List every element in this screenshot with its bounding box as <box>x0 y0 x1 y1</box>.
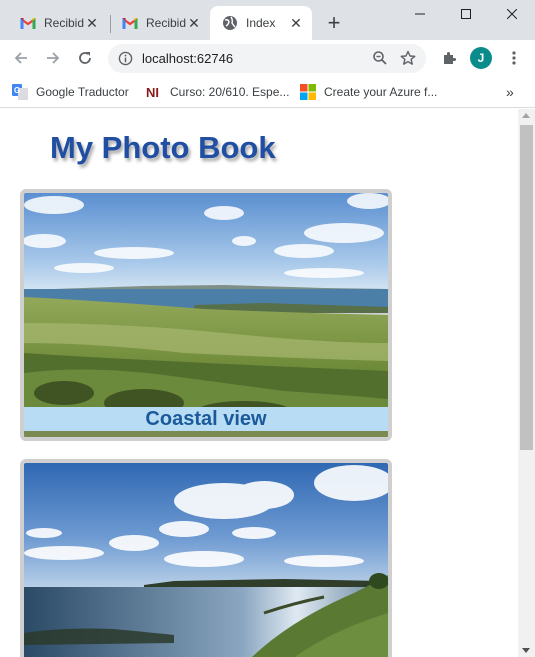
photo-caption: Coastal view <box>24 407 388 431</box>
photo-card[interactable]: Coastal view <box>20 189 392 441</box>
address-bar[interactable]: localhost:62746 <box>108 44 426 73</box>
tab-gmail-2[interactable]: Recibid ✕ <box>110 6 210 40</box>
google-translate-icon: G <box>12 84 28 100</box>
close-icon[interactable]: ✕ <box>288 15 304 31</box>
svg-text:NI: NI <box>146 85 159 100</box>
sea-cliff-photo <box>24 463 388 657</box>
close-icon[interactable]: ✕ <box>84 15 100 31</box>
bookmark-google-translate[interactable]: G Google Traductor <box>12 83 129 101</box>
page-content: My Photo Book Coastal view <box>0 109 518 657</box>
info-icon[interactable] <box>118 51 133 71</box>
back-icon[interactable] <box>9 46 33 70</box>
tab-title: Recibid <box>146 16 186 30</box>
globe-icon <box>222 15 238 31</box>
svg-text:G: G <box>14 86 20 95</box>
bookmarks-overflow-icon[interactable]: » <box>506 83 514 101</box>
close-window-icon[interactable] <box>489 0 535 28</box>
coastal-photo <box>24 193 388 437</box>
gmail-icon <box>122 15 138 31</box>
menu-icon[interactable] <box>502 46 526 70</box>
extensions-icon[interactable] <box>437 46 461 70</box>
bookmarks-bar: G Google Traductor NI Curso: 20/610. Esp… <box>0 77 535 108</box>
page-title: My Photo Book <box>50 130 276 165</box>
forward-icon[interactable] <box>41 46 65 70</box>
scrollbar-thumb[interactable] <box>520 125 533 450</box>
tab-title: Index <box>246 16 276 30</box>
toolbar: localhost:62746 J <box>0 40 535 77</box>
photo-card[interactable] <box>20 459 392 657</box>
scroll-down-icon[interactable] <box>522 648 530 653</box>
maximize-icon[interactable] <box>443 0 489 28</box>
tab-index[interactable]: Index ✕ <box>210 6 312 40</box>
zoom-icon[interactable] <box>372 50 388 71</box>
bookmark-label: Create your Azure f... <box>324 85 438 99</box>
tab-gmail-1[interactable]: Recibid ✕ <box>8 6 108 40</box>
close-icon[interactable]: ✕ <box>186 15 202 31</box>
bookmark-label: Curso: 20/610. Espe... <box>170 85 290 99</box>
url-text: localhost:62746 <box>142 51 234 66</box>
tab-strip: Recibid ✕ Recibid ✕ Index ✕ + <box>0 0 535 40</box>
bookmark-azure[interactable]: Create your Azure f... <box>300 83 437 101</box>
gmail-icon <box>20 15 36 31</box>
bookmark-label: Google Traductor <box>36 85 129 99</box>
bookmark-curso[interactable]: NI Curso: 20/610. Espe... <box>146 83 289 101</box>
scroll-up-icon[interactable] <box>522 113 530 118</box>
ni-logo-icon: NI <box>146 84 162 100</box>
vertical-scrollbar[interactable] <box>518 109 535 657</box>
tab-title: Recibid <box>44 16 84 30</box>
browser-chrome: Recibid ✕ Recibid ✕ Index ✕ + localhost:… <box>0 0 535 109</box>
minimize-icon[interactable] <box>397 0 443 28</box>
bookmark-star-icon[interactable] <box>400 50 416 71</box>
new-tab-icon[interactable]: + <box>322 12 346 36</box>
profile-avatar[interactable]: J <box>470 47 492 69</box>
microsoft-logo-icon <box>300 84 316 100</box>
reload-icon[interactable] <box>73 46 97 70</box>
